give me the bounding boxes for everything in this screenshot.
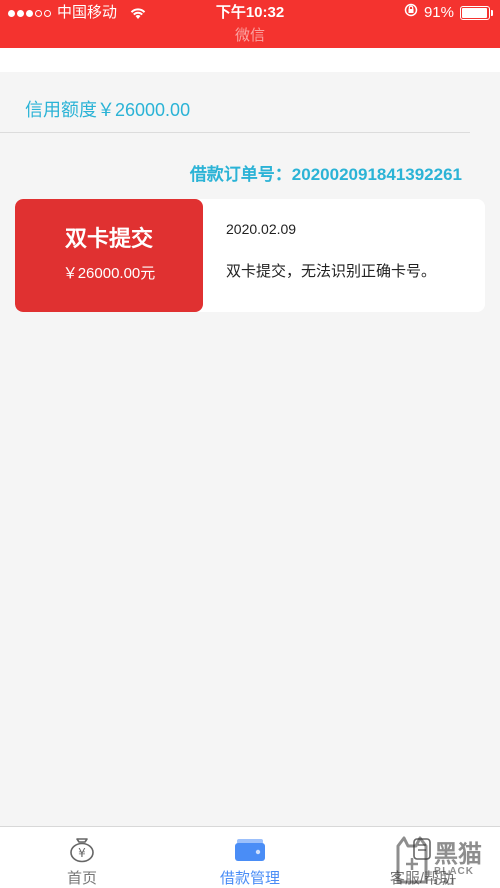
battery-percentage: 91% xyxy=(423,4,454,21)
loan-date: 2020.02.09 xyxy=(226,221,297,237)
loan-status-title: 双卡提交 xyxy=(64,226,153,251)
loan-description: 双卡提交，无法识别正确卡号。 xyxy=(226,263,437,280)
watermark-text: 黑猫 xyxy=(434,841,482,868)
wallet-icon xyxy=(234,835,266,863)
loan-status-block: 双卡提交 ￥26000.00元 xyxy=(15,199,203,312)
cat-logo-icon xyxy=(392,834,432,888)
loan-order-number: 借款订单号：202002091841392261 xyxy=(189,165,462,184)
svg-text:¥: ¥ xyxy=(78,846,86,860)
loan-amount: ￥26000.00元 xyxy=(62,265,156,282)
app-title: 微信 xyxy=(234,27,265,44)
top-bar: 中国移动 下午10:32 91% 微信 xyxy=(0,0,500,48)
money-bag-icon: ¥ xyxy=(66,835,98,863)
battery-icon xyxy=(460,6,493,20)
divider xyxy=(0,132,470,133)
orientation-lock-icon xyxy=(404,0,418,26)
loan-record-card[interactable]: 双卡提交 ￥26000.00元 2020.02.09 双卡提交，无法识别正确卡号… xyxy=(15,199,485,312)
credit-limit: 信用额度￥26000.00 xyxy=(25,100,191,120)
tab-loan-management-label: 借款管理 xyxy=(219,870,280,887)
status-bar: 中国移动 下午10:32 91% xyxy=(0,0,500,26)
tab-home-label: 首页 xyxy=(66,870,97,887)
tab-home[interactable]: ¥ 首页 xyxy=(22,827,142,888)
header-spacer xyxy=(0,48,500,72)
black-cat-watermark: 黑猫 BLACK CAT xyxy=(388,832,500,888)
tab-loan-management[interactable]: 借款管理 xyxy=(190,827,310,888)
watermark-subtext: BLACK CAT xyxy=(434,866,474,888)
